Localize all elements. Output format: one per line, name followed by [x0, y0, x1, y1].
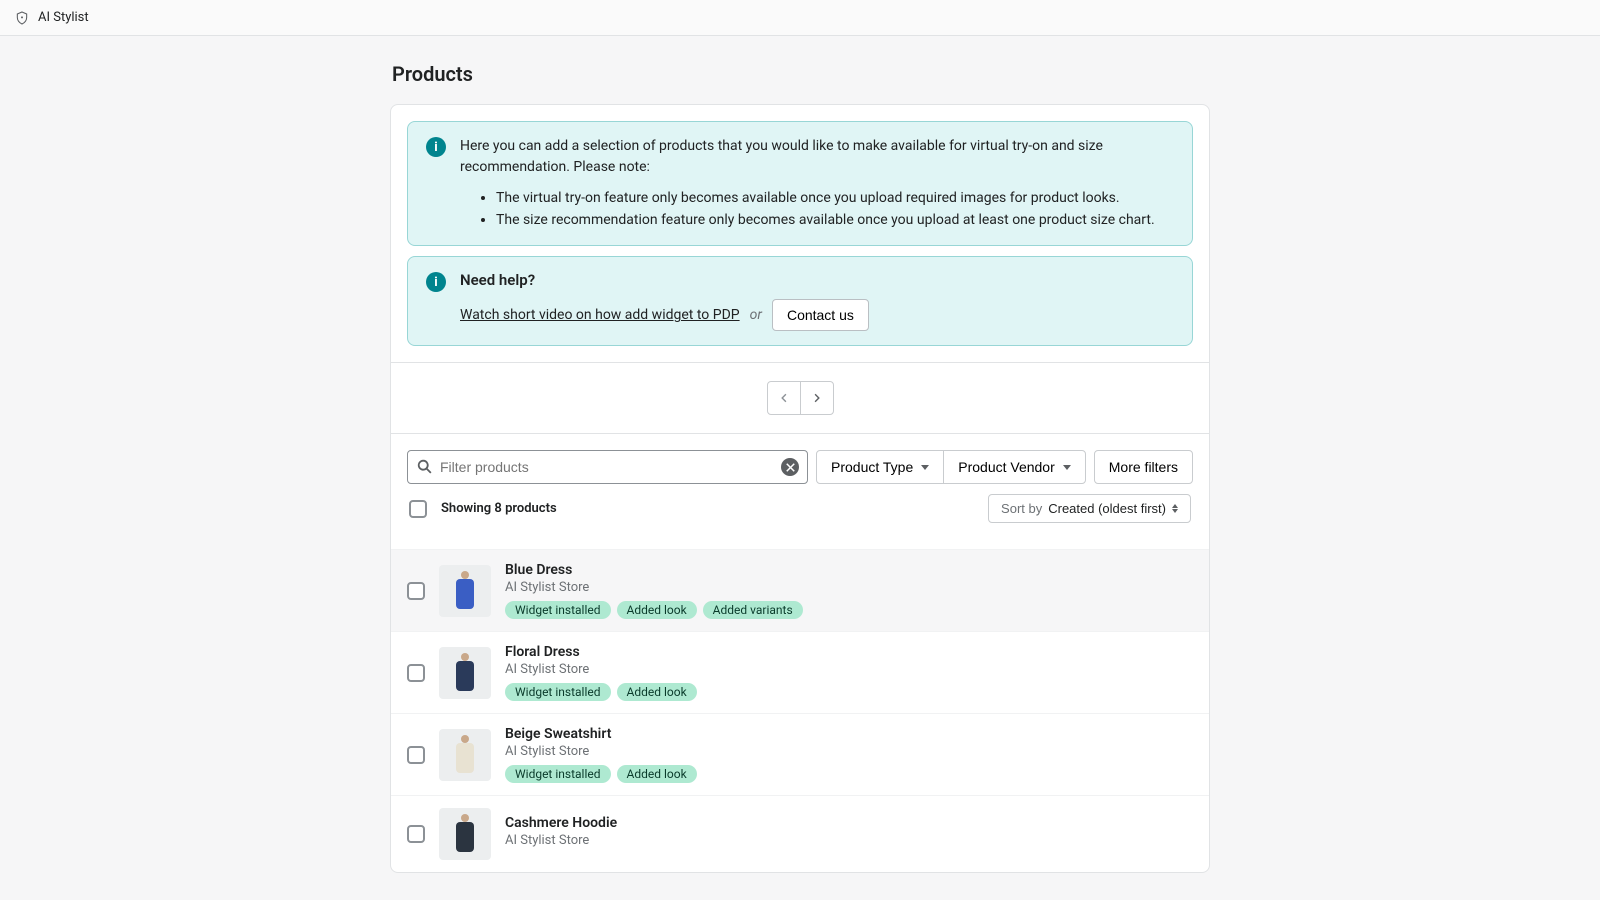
select-all-checkbox[interactable] — [409, 500, 427, 518]
info-bullet-1: The virtual try-on feature only becomes … — [496, 188, 1174, 210]
product-vendor-filter[interactable]: Product Vendor — [943, 450, 1086, 484]
clear-search-button[interactable] — [781, 458, 799, 476]
product-badges: Widget installed Added look Added variants — [505, 601, 1193, 619]
contact-us-button[interactable]: Contact us — [772, 299, 869, 331]
close-icon — [786, 463, 795, 472]
summary-left: Showing 8 products — [409, 500, 557, 518]
search-icon — [416, 458, 434, 476]
help-or-text: or — [750, 307, 762, 323]
info-banner: i Here you can add a selection of produc… — [407, 121, 1193, 246]
page-next-button[interactable] — [800, 381, 834, 415]
product-vendor: AI Stylist Store — [505, 744, 1193, 759]
pagination — [391, 362, 1209, 433]
filter-row: Product Type Product Vendor More filters — [407, 450, 1193, 484]
product-thumbnail — [439, 647, 491, 699]
product-name: Beige Sweatshirt — [505, 726, 1193, 742]
info-banner-intro: Here you can add a selection of products… — [460, 136, 1174, 178]
product-type-label: Product Type — [831, 459, 913, 475]
caret-down-icon — [1063, 465, 1071, 470]
sort-button[interactable]: Sort by Created (oldest first) — [988, 494, 1191, 523]
product-row[interactable]: Floral Dress AI Stylist Store Widget insta… — [391, 631, 1209, 713]
main-card: i Here you can add a selection of produc… — [390, 104, 1210, 873]
status-badge: Added look — [617, 683, 697, 701]
app-icon — [14, 10, 30, 26]
summary-row: Showing 8 products Sort by Created (olde… — [407, 484, 1193, 523]
help-banner-body: Need help? Watch short video on how add … — [460, 271, 1174, 331]
help-heading: Need help? — [460, 271, 1174, 289]
product-type-filter[interactable]: Product Type — [816, 450, 944, 484]
product-badges: Widget installed Added look — [505, 765, 1193, 783]
more-filters-button[interactable]: More filters — [1094, 450, 1193, 484]
topbar: AI Stylist — [0, 0, 1600, 36]
info-bullet-2: The size recommendation feature only bec… — [496, 210, 1174, 232]
filter-products-input[interactable] — [434, 451, 781, 483]
caret-down-icon — [921, 465, 929, 470]
info-banner-body: Here you can add a selection of products… — [460, 136, 1174, 231]
product-thumbnail — [439, 808, 491, 860]
product-name: Floral Dress — [505, 644, 1193, 660]
status-badge: Added look — [617, 601, 697, 619]
sort-value: Created (oldest first) — [1048, 501, 1166, 516]
product-name: Blue Dress — [505, 562, 1193, 578]
sort-label: Sort by — [1001, 501, 1042, 516]
product-thumbnail — [439, 565, 491, 617]
product-checkbox[interactable] — [407, 582, 425, 600]
product-checkbox[interactable] — [407, 664, 425, 682]
product-body: Blue Dress AI Stylist Store Widget install… — [505, 562, 1193, 619]
product-row[interactable]: Blue Dress AI Stylist Store Widget install… — [391, 549, 1209, 631]
chevron-right-icon — [810, 391, 824, 405]
filters-section: Product Type Product Vendor More filters… — [391, 433, 1209, 539]
product-vendor: AI Stylist Store — [505, 833, 1193, 848]
showing-count: Showing 8 products — [441, 501, 557, 516]
help-video-link[interactable]: Watch short video on how add widget to P… — [460, 307, 740, 323]
page-prev-button[interactable] — [767, 381, 801, 415]
info-icon: i — [426, 137, 446, 157]
product-row[interactable]: Beige Sweatshirt AI Stylist Store Widget i… — [391, 713, 1209, 795]
banner-wrap: i Here you can add a selection of produc… — [391, 105, 1209, 362]
product-body: Cashmere Hoodie AI Stylist Store — [505, 815, 1193, 854]
product-list: Blue Dress AI Stylist Store Widget install… — [391, 549, 1209, 872]
product-thumbnail — [439, 729, 491, 781]
chevron-left-icon — [777, 391, 791, 405]
help-row: Watch short video on how add widget to P… — [460, 299, 1174, 331]
status-badge: Widget installed — [505, 765, 611, 783]
filter-dropdown-group: Product Type Product Vendor — [816, 450, 1086, 484]
app-title: AI Stylist — [38, 10, 89, 25]
status-badge: Added look — [617, 765, 697, 783]
info-icon: i — [426, 272, 446, 292]
search-wrap — [407, 450, 808, 484]
help-banner: i Need help? Watch short video on how ad… — [407, 256, 1193, 346]
product-vendor-label: Product Vendor — [958, 459, 1055, 475]
status-badge: Widget installed — [505, 683, 611, 701]
product-vendor: AI Stylist Store — [505, 662, 1193, 677]
page: Products i Here you can add a selection … — [390, 36, 1210, 873]
status-badge: Added variants — [703, 601, 803, 619]
product-body: Floral Dress AI Stylist Store Widget insta… — [505, 644, 1193, 701]
product-checkbox[interactable] — [407, 825, 425, 843]
product-vendor: AI Stylist Store — [505, 580, 1193, 595]
product-name: Cashmere Hoodie — [505, 815, 1193, 831]
product-row[interactable]: Cashmere Hoodie AI Stylist Store — [391, 795, 1209, 872]
product-body: Beige Sweatshirt AI Stylist Store Widget i… — [505, 726, 1193, 783]
status-badge: Widget installed — [505, 601, 611, 619]
page-title: Products — [392, 62, 1210, 86]
info-banner-list: The virtual try-on feature only becomes … — [496, 188, 1174, 231]
sort-caret-icon — [1172, 504, 1178, 513]
product-checkbox[interactable] — [407, 746, 425, 764]
product-badges: Widget installed Added look — [505, 683, 1193, 701]
